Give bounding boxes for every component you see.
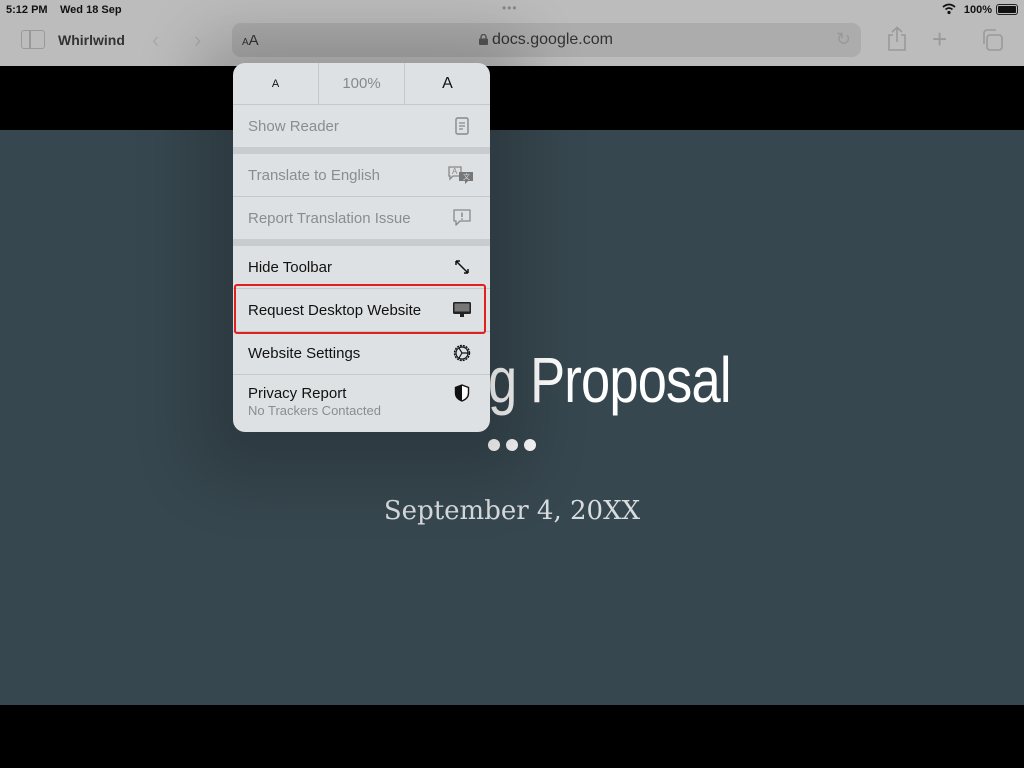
- status-time: 5:12 PM: [6, 4, 48, 16]
- menu-item-label: Show Reader: [248, 117, 339, 135]
- svg-text:文: 文: [463, 172, 470, 181]
- sidebar-toggle-icon[interactable]: [21, 30, 45, 49]
- slide: Marketing Proposal September 4, 20XX: [0, 130, 1024, 705]
- menu-item-label: Hide Toolbar: [248, 258, 332, 276]
- shield-icon: [452, 383, 472, 403]
- highlight-annotation: [234, 284, 486, 334]
- status-date: Wed 18 Sep: [60, 4, 122, 16]
- translate-icon: A文: [448, 165, 474, 185]
- separator: [233, 239, 490, 246]
- address-bar[interactable]: AA docs.google.com ↻: [232, 23, 861, 57]
- zoom-level[interactable]: 100%: [319, 63, 405, 104]
- lock-icon: [479, 34, 488, 45]
- screen: 5:12 PM Wed 18 Sep ••• 100% Whirlwind ‹ …: [0, 0, 1024, 768]
- separator: [233, 147, 490, 154]
- slide-dots: [0, 438, 1024, 456]
- status-bar: 5:12 PM Wed 18 Sep ••• 100%: [0, 0, 1024, 20]
- slide-date: September 4, 20XX: [383, 496, 641, 526]
- menu-item-label: Website Settings: [248, 344, 361, 362]
- menu-item-report-translation[interactable]: Report Translation Issue: [233, 197, 490, 239]
- menu-item-show-reader[interactable]: Show Reader: [233, 105, 490, 147]
- battery-icon: [996, 4, 1018, 15]
- menu-item-translate[interactable]: Translate to English A文: [233, 154, 490, 196]
- new-tab-icon[interactable]: +: [932, 24, 947, 55]
- page-top-band: [0, 66, 1024, 130]
- text-size-button[interactable]: AA: [242, 32, 259, 49]
- menu-item-privacy-report[interactable]: Privacy Report No Trackers Contacted: [233, 375, 490, 428]
- report-issue-icon: [452, 208, 472, 228]
- wifi-icon: [942, 3, 956, 15]
- menu-item-hide-toolbar[interactable]: Hide Toolbar: [233, 246, 490, 288]
- battery-percent: 100%: [963, 4, 992, 16]
- svg-text:A: A: [452, 167, 458, 176]
- menu-item-sublabel: No Trackers Contacted: [248, 403, 381, 418]
- decrease-font-button[interactable]: A: [233, 63, 319, 104]
- tab-overview-icon[interactable]: [981, 29, 1003, 51]
- page-menu-popover: A 100% A Show Reader Translate to Englis…: [233, 63, 490, 432]
- back-chevron-icon[interactable]: ‹: [152, 27, 159, 53]
- font-size-row: A 100% A: [233, 63, 490, 105]
- menu-item-label: Privacy Report: [248, 385, 347, 402]
- page-bottom-band: [0, 705, 1024, 768]
- safari-chrome: 5:12 PM Wed 18 Sep ••• 100% Whirlwind ‹ …: [0, 0, 1024, 66]
- reload-icon[interactable]: ↻: [836, 29, 851, 50]
- multitasking-dots-icon[interactable]: •••: [502, 1, 518, 15]
- forward-chevron-icon[interactable]: ›: [194, 27, 201, 53]
- share-icon[interactable]: [886, 26, 908, 52]
- increase-font-button[interactable]: A: [405, 63, 490, 104]
- menu-item-website-settings[interactable]: Website Settings: [233, 332, 490, 374]
- slide-title: Marketing Proposal: [459, 344, 732, 416]
- gear-icon: [452, 343, 472, 363]
- tab-group-title[interactable]: Whirlwind: [58, 32, 125, 48]
- reader-icon: [452, 116, 472, 136]
- menu-item-label: Report Translation Issue: [248, 209, 411, 227]
- url-text[interactable]: docs.google.com: [492, 31, 613, 49]
- resize-arrows-icon: [452, 257, 472, 277]
- menu-item-label: Translate to English: [248, 166, 381, 184]
